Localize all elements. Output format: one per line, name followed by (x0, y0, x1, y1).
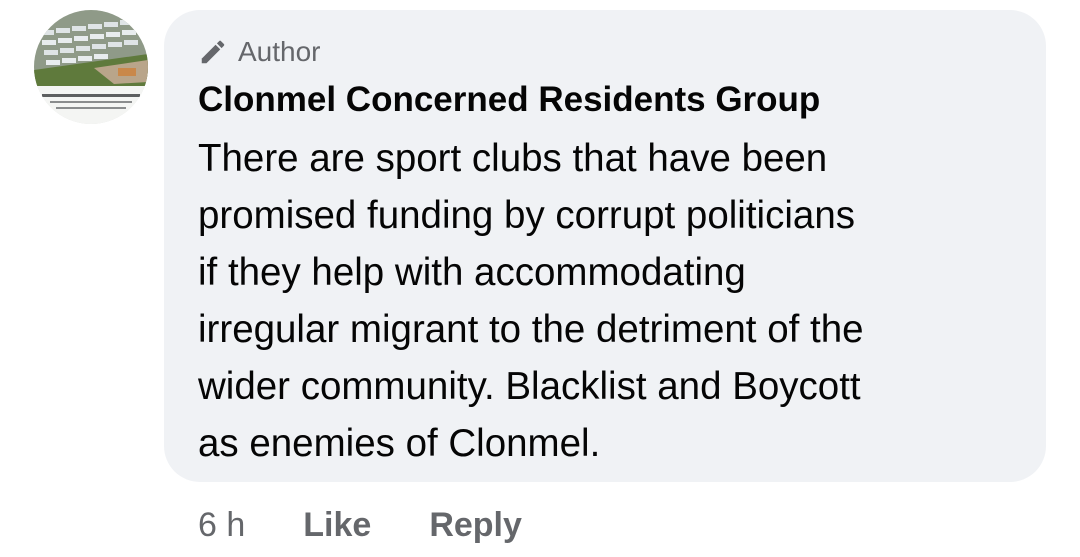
author-badge: Author (198, 32, 1012, 72)
comment: Author Clonmel Concerned Residents Group… (0, 0, 1080, 557)
avatar-image (34, 10, 148, 124)
author-name[interactable]: Clonmel Concerned Residents Group (198, 76, 1012, 124)
author-badge-label: Author (238, 36, 321, 67)
pencil-icon (198, 37, 228, 67)
avatar[interactable] (34, 10, 148, 124)
timestamp[interactable]: 6 h (198, 506, 245, 545)
like-button[interactable]: Like (303, 506, 371, 545)
comment-text: There are sport clubs that have been pro… (198, 137, 864, 465)
reply-button[interactable]: Reply (429, 506, 522, 545)
comment-bubble: Author Clonmel Concerned Residents Group… (164, 10, 1046, 482)
comment-actions: 6 h Like Reply (198, 500, 522, 550)
